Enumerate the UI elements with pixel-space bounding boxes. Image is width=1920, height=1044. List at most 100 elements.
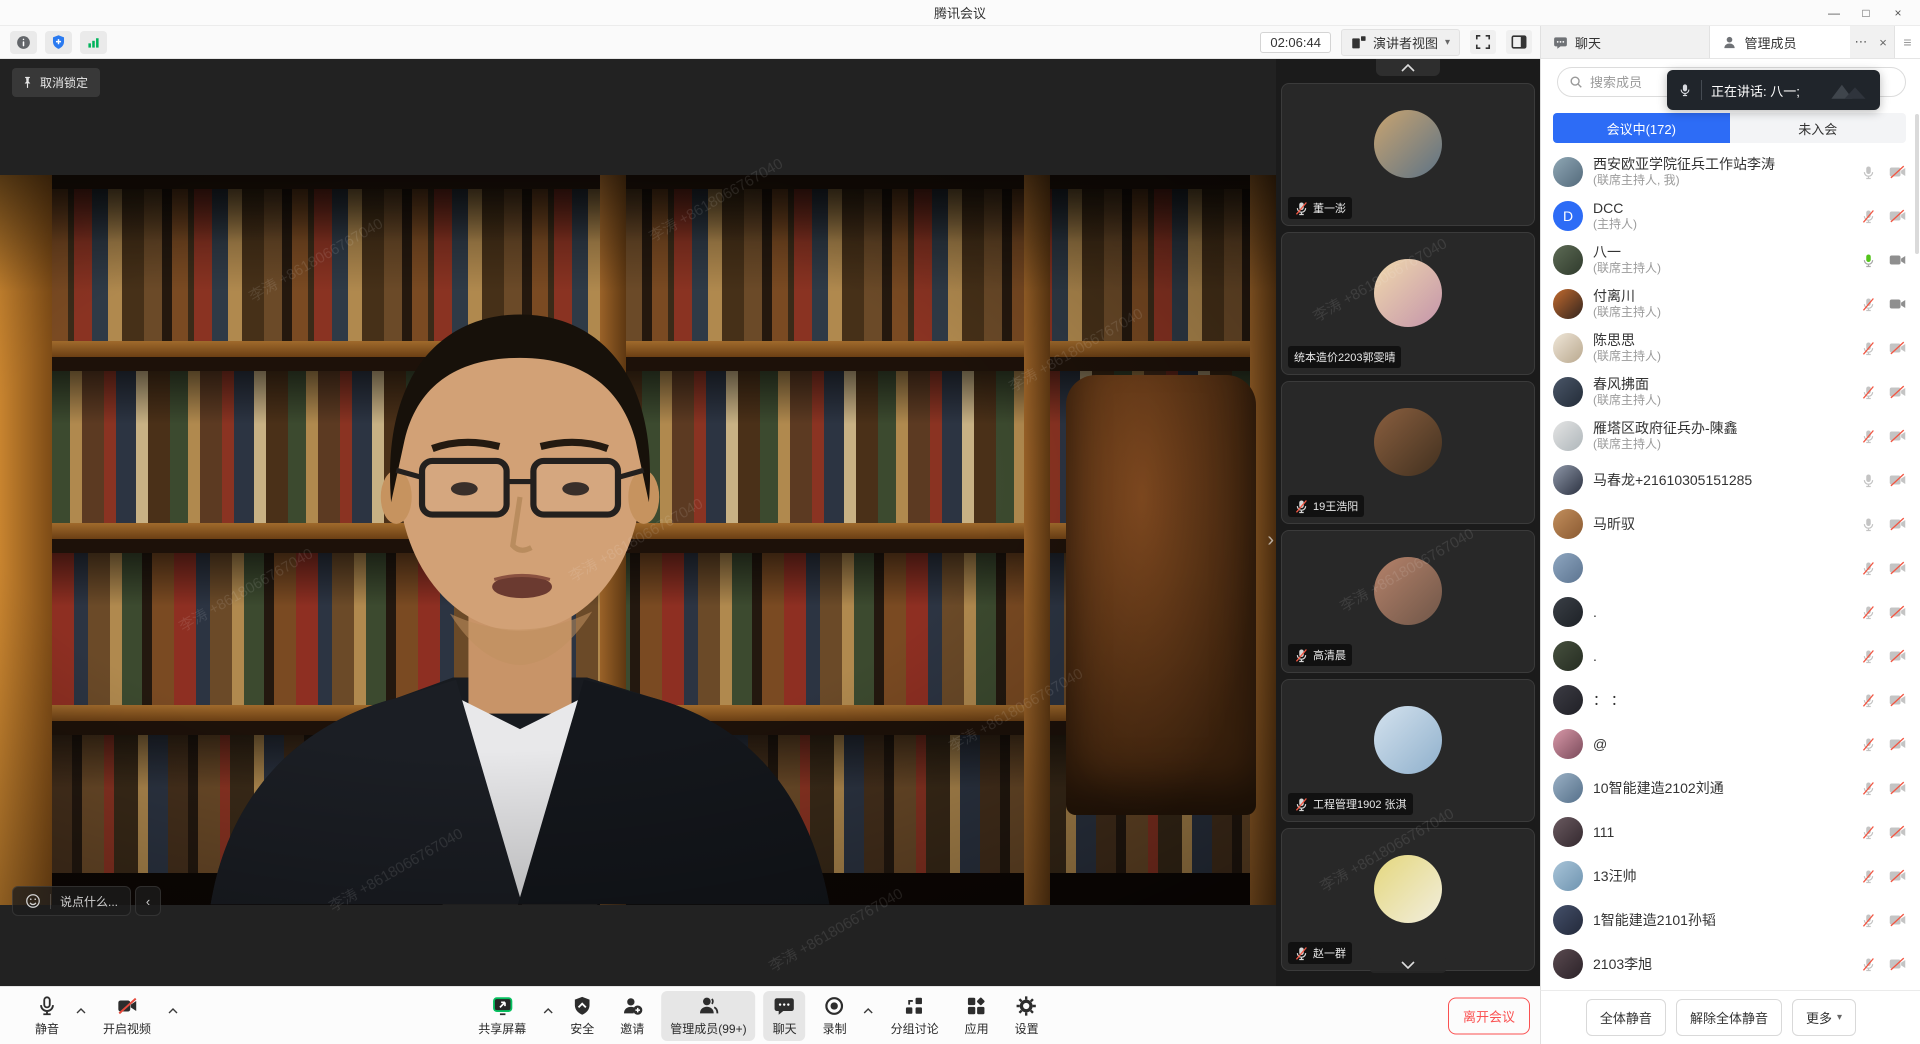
- fullscreen-button[interactable]: [1470, 30, 1496, 54]
- panel-menu-button[interactable]: ≡: [1894, 26, 1920, 58]
- member-mic-icon[interactable]: [1861, 517, 1876, 532]
- participant-thumbnail[interactable]: 工程管理1902 张淇: [1281, 679, 1535, 822]
- member-mic-icon[interactable]: [1861, 825, 1876, 840]
- member-row[interactable]: 10智能建造2102刘通: [1541, 766, 1920, 810]
- member-row[interactable]: 2103李旭: [1541, 942, 1920, 986]
- member-camera-icon[interactable]: [1889, 341, 1906, 355]
- member-mic-icon[interactable]: [1861, 737, 1876, 752]
- member-row[interactable]: ： ：: [1541, 678, 1920, 722]
- member-mic-icon[interactable]: [1861, 209, 1876, 224]
- settings-button[interactable]: 设置: [1006, 991, 1048, 1041]
- member-camera-icon[interactable]: [1889, 253, 1906, 267]
- participant-thumbnail[interactable]: 赵一群: [1281, 828, 1535, 971]
- member-camera-icon[interactable]: [1889, 209, 1906, 223]
- emoji-icon[interactable]: [25, 893, 41, 909]
- member-camera-icon[interactable]: [1889, 561, 1906, 575]
- member-camera-icon[interactable]: [1889, 693, 1906, 707]
- member-row[interactable]: [1541, 546, 1920, 590]
- panel-scrollbar[interactable]: [1915, 114, 1919, 254]
- more-actions-button[interactable]: 更多 ▾: [1792, 999, 1856, 1036]
- maximize-button[interactable]: □: [1850, 0, 1882, 26]
- participant-thumbnail[interactable]: 董一澎: [1281, 83, 1535, 226]
- member-mic-icon[interactable]: [1861, 957, 1876, 972]
- member-row[interactable]: 1智能建造2101孙韬: [1541, 898, 1920, 942]
- member-mic-icon[interactable]: [1861, 561, 1876, 576]
- meeting-security-button[interactable]: [45, 31, 72, 54]
- member-camera-icon[interactable]: [1889, 297, 1906, 311]
- member-camera-icon[interactable]: [1889, 913, 1906, 927]
- member-mic-icon[interactable]: [1861, 649, 1876, 664]
- member-mic-icon[interactable]: [1861, 429, 1876, 444]
- member-camera-icon[interactable]: [1889, 825, 1906, 839]
- member-camera-icon[interactable]: [1889, 517, 1906, 531]
- member-camera-icon[interactable]: [1889, 737, 1906, 751]
- record-options-caret[interactable]: [864, 1008, 874, 1024]
- participant-thumbnail[interactable]: 高清晨: [1281, 530, 1535, 673]
- member-mic-icon[interactable]: [1861, 693, 1876, 708]
- member-row[interactable]: 春风拂面 (联席主持人): [1541, 370, 1920, 414]
- share-screen-button[interactable]: 共享屏幕: [469, 991, 535, 1041]
- member-row[interactable]: 陈思思 (联席主持人): [1541, 326, 1920, 370]
- member-camera-icon[interactable]: [1889, 957, 1906, 971]
- participant-thumbnail[interactable]: 统本造价2203郭雯晴: [1281, 232, 1535, 375]
- member-mic-icon[interactable]: [1861, 869, 1876, 884]
- meeting-info-button[interactable]: [10, 31, 37, 54]
- record-button[interactable]: 录制: [814, 991, 856, 1041]
- member-mic-icon[interactable]: [1861, 253, 1876, 268]
- side-panel-toggle-button[interactable]: [1506, 30, 1532, 54]
- member-row[interactable]: .: [1541, 590, 1920, 634]
- chat-button[interactable]: 聊天: [764, 991, 806, 1041]
- thumbnails-scroll-up-button[interactable]: [1376, 59, 1440, 76]
- mute-options-caret[interactable]: [76, 1008, 86, 1024]
- mute-all-button[interactable]: 全体静音: [1586, 999, 1666, 1036]
- tab-in-meeting[interactable]: 会议中(172): [1553, 113, 1730, 143]
- participant-thumbnail[interactable]: 19王浩阳: [1281, 381, 1535, 524]
- member-mic-icon[interactable]: [1861, 341, 1876, 356]
- main-speaker-video[interactable]: 李涛 +8618066767040 李涛 +8618066767040 李涛 +…: [0, 59, 1276, 986]
- member-row[interactable]: 八一 (联席主持人): [1541, 238, 1920, 282]
- member-row[interactable]: 13汪帅: [1541, 854, 1920, 898]
- quick-chat-input[interactable]: 说点什么...: [12, 886, 131, 916]
- close-button[interactable]: ×: [1882, 0, 1914, 26]
- member-row[interactable]: D DCC (主持人): [1541, 194, 1920, 238]
- breakout-rooms-button[interactable]: 分组讨论: [882, 991, 948, 1041]
- share-options-caret[interactable]: [543, 1008, 553, 1024]
- member-row[interactable]: 雁塔区政府征兵办-陳鑫 (联席主持人): [1541, 414, 1920, 458]
- panel-more-button[interactable]: ⋯: [1850, 26, 1872, 58]
- member-mic-icon[interactable]: [1861, 297, 1876, 312]
- member-row[interactable]: 111: [1541, 810, 1920, 854]
- mute-button[interactable]: 静音: [26, 991, 68, 1041]
- member-camera-icon[interactable]: [1889, 429, 1906, 443]
- video-options-caret[interactable]: [168, 1008, 178, 1024]
- member-camera-icon[interactable]: [1889, 605, 1906, 619]
- thumbnails-scroll-down-button[interactable]: [1370, 956, 1446, 973]
- member-row[interactable]: 马春龙+21610305151285: [1541, 458, 1920, 502]
- member-camera-icon[interactable]: [1889, 385, 1906, 399]
- member-mic-icon[interactable]: [1861, 913, 1876, 928]
- apps-button[interactable]: 应用: [956, 991, 998, 1041]
- member-mic-icon[interactable]: [1861, 781, 1876, 796]
- member-row[interactable]: 西安欧亚学院征兵工作站李涛 (联席主持人, 我): [1541, 150, 1920, 194]
- member-row[interactable]: 付离川 (联席主持人): [1541, 282, 1920, 326]
- tab-not-joined[interactable]: 未入会: [1730, 113, 1907, 143]
- member-camera-icon[interactable]: [1889, 869, 1906, 883]
- member-mic-icon[interactable]: [1861, 385, 1876, 400]
- member-camera-icon[interactable]: [1889, 781, 1906, 795]
- member-mic-icon[interactable]: [1861, 165, 1876, 180]
- manage-members-button[interactable]: 管理成员(99+): [661, 991, 755, 1041]
- tab-manage-members[interactable]: 管理成员: [1710, 26, 1850, 58]
- member-camera-icon[interactable]: [1889, 649, 1906, 663]
- invite-button[interactable]: 邀请: [611, 991, 653, 1041]
- member-row[interactable]: @: [1541, 722, 1920, 766]
- member-camera-icon[interactable]: [1889, 473, 1906, 487]
- member-row[interactable]: .: [1541, 634, 1920, 678]
- leave-meeting-button[interactable]: 离开会议: [1448, 997, 1530, 1034]
- member-camera-icon[interactable]: [1889, 165, 1906, 179]
- member-mic-icon[interactable]: [1861, 473, 1876, 488]
- tab-chat[interactable]: 聊天: [1541, 26, 1710, 58]
- quick-chat-collapse-button[interactable]: ‹: [135, 886, 161, 916]
- expand-video-handle[interactable]: ›: [1267, 529, 1274, 552]
- start-video-button[interactable]: 开启视频: [94, 991, 160, 1041]
- panel-close-button[interactable]: ×: [1872, 26, 1894, 58]
- minimize-button[interactable]: —: [1818, 0, 1850, 26]
